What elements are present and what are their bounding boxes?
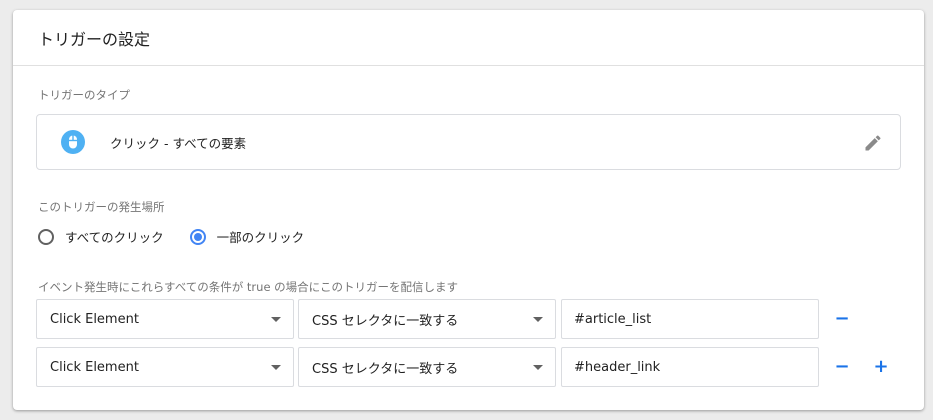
variable-select-value: Click Element [50, 311, 139, 327]
condition-value-text: #article_list [574, 311, 652, 327]
operator-select[interactable]: CSS セレクタに一致する [298, 299, 556, 339]
trigger-type-box[interactable]: クリック - すべての要素 [36, 114, 901, 170]
remove-condition-button[interactable]: − [832, 357, 852, 377]
operator-select-value: CSS セレクタに一致する [312, 361, 459, 377]
fire-on-label: このトリガーの発生場所 [38, 200, 165, 214]
variable-select[interactable]: Click Element [36, 299, 294, 339]
dropdown-arrow-icon [271, 364, 281, 370]
variable-select[interactable]: Click Element [36, 347, 294, 387]
dropdown-arrow-icon [533, 316, 543, 322]
operator-select-value: CSS セレクタに一致する [312, 313, 459, 329]
radio-some-clicks[interactable]: 一部のクリック [189, 227, 305, 246]
remove-condition-button[interactable]: − [832, 309, 852, 329]
conditions-label: イベント発生時にこれらすべての条件が true の場合にこのトリガーを配信します [38, 280, 458, 294]
variable-select-value: Click Element [50, 359, 139, 375]
edit-pencil-icon[interactable] [863, 133, 883, 153]
trigger-type-label: トリガーのタイプ [38, 88, 130, 102]
operator-select[interactable]: CSS セレクタに一致する [298, 347, 556, 387]
trigger-config-card: トリガーの設定 トリガーのタイプ クリック - すべての要素 このトリガーの発生… [13, 10, 924, 410]
card-title: トリガーの設定 [38, 29, 151, 49]
radio-all-clicks[interactable]: すべてのクリック [38, 227, 164, 246]
radio-all-clicks-circle[interactable] [38, 228, 54, 245]
condition-row-1: Click Element CSS セレクタに一致する #article_lis… [36, 299, 852, 339]
condition-value-text: #header_link [574, 359, 661, 375]
trigger-type-value: クリック - すべての要素 [110, 135, 247, 151]
condition-value-input[interactable]: #header_link [561, 347, 819, 387]
radio-all-clicks-label: すべてのクリック [65, 230, 164, 245]
card-header: トリガーの設定 [13, 10, 924, 66]
fire-on-radio-group: すべてのクリック 一部のクリック [38, 227, 304, 246]
dropdown-arrow-icon [533, 364, 543, 370]
dropdown-arrow-icon [271, 316, 281, 322]
add-condition-button[interactable]: + [871, 357, 891, 377]
radio-some-clicks-circle[interactable] [189, 228, 206, 245]
condition-value-input[interactable]: #article_list [561, 299, 819, 339]
mouse-icon [61, 130, 85, 154]
condition-row-2: Click Element CSS セレクタに一致する #header_link… [36, 347, 891, 387]
radio-some-clicks-label: 一部のクリック [216, 230, 305, 245]
